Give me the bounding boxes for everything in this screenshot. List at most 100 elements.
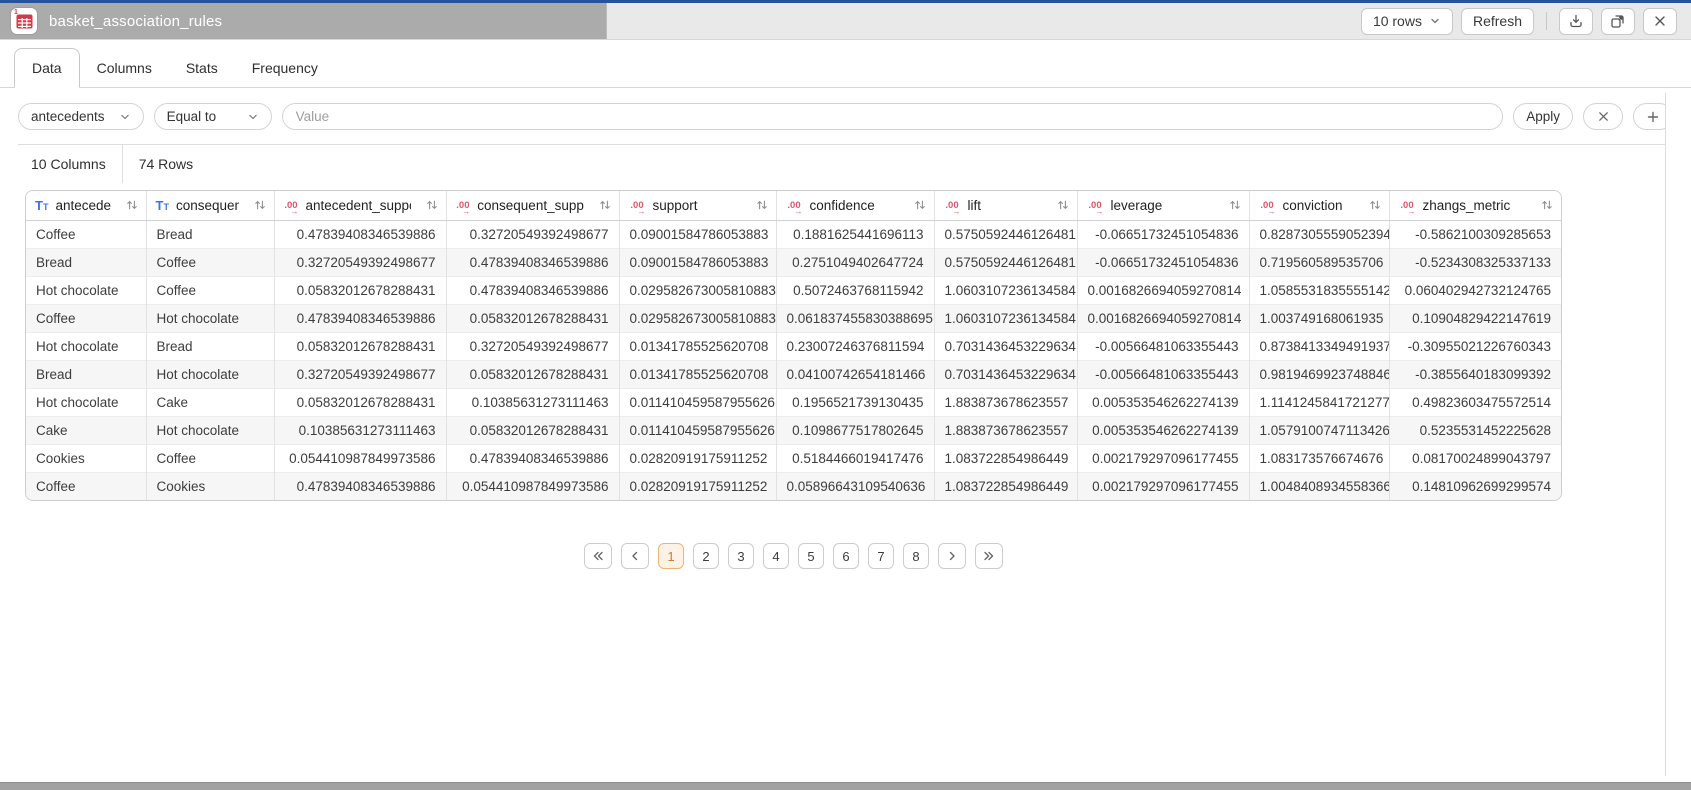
- column-header-conviction[interactable]: .00→conviction: [1249, 191, 1389, 220]
- cell-consequent_support[interactable]: 0.32720549392498677: [446, 332, 619, 360]
- cell-antecedent_support[interactable]: 0.05832012678288431: [274, 276, 446, 304]
- cell-consequents[interactable]: Hot chocolate: [146, 416, 274, 444]
- cell-zhangs_metric[interactable]: -0.5234308325337133: [1389, 248, 1561, 276]
- cell-conviction[interactable]: 1.0579100747113426: [1249, 416, 1389, 444]
- cell-consequent_support[interactable]: 0.05832012678288431: [446, 304, 619, 332]
- cell-consequents[interactable]: Coffee: [146, 248, 274, 276]
- cell-confidence[interactable]: 0.1881625441696113: [776, 220, 934, 248]
- page-button-1[interactable]: 1: [658, 543, 684, 569]
- cell-leverage[interactable]: -0.00566481063355443: [1077, 332, 1249, 360]
- cell-antecedent_support[interactable]: 0.47839408346539886: [274, 304, 446, 332]
- tab-data[interactable]: Data: [14, 48, 80, 88]
- cell-consequent_support[interactable]: 0.05832012678288431: [446, 416, 619, 444]
- cell-leverage[interactable]: -0.06651732451054836: [1077, 248, 1249, 276]
- cell-support[interactable]: 0.02820919175911252: [619, 472, 776, 500]
- page-button-4[interactable]: 4: [763, 543, 789, 569]
- cell-conviction[interactable]: 0.8738413349491937: [1249, 332, 1389, 360]
- cell-antecedents[interactable]: Bread: [26, 360, 146, 388]
- cell-leverage[interactable]: 0.002179297096177455: [1077, 444, 1249, 472]
- page-button-3[interactable]: 3: [728, 543, 754, 569]
- filter-column-dropdown[interactable]: antecedents: [18, 103, 144, 130]
- cell-confidence[interactable]: 0.2751049402647724: [776, 248, 934, 276]
- cell-zhangs_metric[interactable]: 0.49823603475572514: [1389, 388, 1561, 416]
- cell-consequent_support[interactable]: 0.10385631273111463: [446, 388, 619, 416]
- cell-consequents[interactable]: Cookies: [146, 472, 274, 500]
- tab-columns[interactable]: Columns: [80, 49, 169, 87]
- cell-leverage[interactable]: -0.06651732451054836: [1077, 220, 1249, 248]
- last-page-button[interactable]: [975, 543, 1003, 569]
- tab-frequency[interactable]: Frequency: [235, 49, 335, 87]
- cell-lift[interactable]: 1.883873678623557: [934, 388, 1077, 416]
- cell-zhangs_metric[interactable]: 0.10904829422147619: [1389, 304, 1561, 332]
- column-header-antecedent_support[interactable]: .00→antecedent_support: [274, 191, 446, 220]
- column-header-antecedents[interactable]: TTantecedents: [26, 191, 146, 220]
- cell-confidence[interactable]: 0.5072463768115942: [776, 276, 934, 304]
- next-page-button[interactable]: [938, 543, 966, 569]
- cell-support[interactable]: 0.011410459587955626: [619, 416, 776, 444]
- cell-consequent_support[interactable]: 0.05832012678288431: [446, 360, 619, 388]
- filter-operator-dropdown[interactable]: Equal to: [154, 103, 272, 130]
- export-download-button[interactable]: [1559, 8, 1593, 35]
- cell-support[interactable]: 0.02820919175911252: [619, 444, 776, 472]
- cell-consequents[interactable]: Cake: [146, 388, 274, 416]
- sort-icon[interactable]: [125, 198, 139, 212]
- cell-leverage[interactable]: 0.005353546262274139: [1077, 416, 1249, 444]
- open-in-new-window-button[interactable]: [1601, 8, 1635, 35]
- cell-zhangs_metric[interactable]: -0.3855640183099392: [1389, 360, 1561, 388]
- page-button-2[interactable]: 2: [693, 543, 719, 569]
- title-bar-tab[interactable]: 1 basket_association_rules: [0, 3, 607, 39]
- cell-zhangs_metric[interactable]: -0.5862100309285653: [1389, 220, 1561, 248]
- cell-conviction[interactable]: 1.083173576674676: [1249, 444, 1389, 472]
- cell-antecedents[interactable]: Coffee: [26, 304, 146, 332]
- cell-leverage[interactable]: 0.0016826694059270814: [1077, 276, 1249, 304]
- cell-conviction[interactable]: 1.003749168061935: [1249, 304, 1389, 332]
- sort-icon[interactable]: [1368, 198, 1382, 212]
- cell-antecedent_support[interactable]: 0.054410987849973586: [274, 444, 446, 472]
- cell-consequent_support[interactable]: 0.47839408346539886: [446, 444, 619, 472]
- sort-icon[interactable]: [913, 198, 927, 212]
- cell-zhangs_metric[interactable]: 0.08170024899043797: [1389, 444, 1561, 472]
- clear-filter-button[interactable]: [1583, 103, 1623, 130]
- cell-antecedent_support[interactable]: 0.32720549392498677: [274, 360, 446, 388]
- rows-per-page-dropdown[interactable]: 10 rows: [1361, 8, 1453, 35]
- cell-confidence[interactable]: 0.5184466019417476: [776, 444, 934, 472]
- page-button-7[interactable]: 7: [868, 543, 894, 569]
- refresh-button[interactable]: Refresh: [1461, 8, 1534, 35]
- cell-lift[interactable]: 1.883873678623557: [934, 416, 1077, 444]
- cell-consequent_support[interactable]: 0.47839408346539886: [446, 276, 619, 304]
- cell-consequents[interactable]: Hot chocolate: [146, 360, 274, 388]
- previous-page-button[interactable]: [621, 543, 649, 569]
- column-header-zhangs_metric[interactable]: .00→zhangs_metric: [1389, 191, 1561, 220]
- cell-consequents[interactable]: Bread: [146, 220, 274, 248]
- cell-antecedents[interactable]: Hot chocolate: [26, 332, 146, 360]
- cell-antecedent_support[interactable]: 0.32720549392498677: [274, 248, 446, 276]
- cell-consequent_support[interactable]: 0.054410987849973586: [446, 472, 619, 500]
- tab-stats[interactable]: Stats: [169, 49, 235, 87]
- cell-confidence[interactable]: 0.1956521739130435: [776, 388, 934, 416]
- cell-consequents[interactable]: Coffee: [146, 444, 274, 472]
- cell-consequents[interactable]: Hot chocolate: [146, 304, 274, 332]
- sort-icon[interactable]: [1540, 198, 1554, 212]
- cell-antecedent_support[interactable]: 0.47839408346539886: [274, 472, 446, 500]
- cell-support[interactable]: 0.09001584786053883: [619, 220, 776, 248]
- cell-lift[interactable]: 1.0603107236134584: [934, 304, 1077, 332]
- sort-icon[interactable]: [1228, 198, 1242, 212]
- cell-zhangs_metric[interactable]: 0.060402942732124765: [1389, 276, 1561, 304]
- sort-icon[interactable]: [755, 198, 769, 212]
- cell-zhangs_metric[interactable]: -0.30955021226760343: [1389, 332, 1561, 360]
- page-button-8[interactable]: 8: [903, 543, 929, 569]
- cell-leverage[interactable]: 0.005353546262274139: [1077, 388, 1249, 416]
- sort-icon[interactable]: [425, 198, 439, 212]
- cell-conviction[interactable]: 0.8287305559052394: [1249, 220, 1389, 248]
- sort-icon[interactable]: [253, 198, 267, 212]
- cell-consequent_support[interactable]: 0.47839408346539886: [446, 248, 619, 276]
- cell-conviction[interactable]: 1.0048408934558366: [1249, 472, 1389, 500]
- cell-leverage[interactable]: 0.0016826694059270814: [1077, 304, 1249, 332]
- cell-confidence[interactable]: 0.04100742654181466: [776, 360, 934, 388]
- cell-antecedent_support[interactable]: 0.10385631273111463: [274, 416, 446, 444]
- cell-lift[interactable]: 1.083722854986449: [934, 472, 1077, 500]
- column-header-support[interactable]: .00→support: [619, 191, 776, 220]
- cell-zhangs_metric[interactable]: 0.5235531452225628: [1389, 416, 1561, 444]
- cell-conviction[interactable]: 0.719560589535706: [1249, 248, 1389, 276]
- cell-leverage[interactable]: 0.002179297096177455: [1077, 472, 1249, 500]
